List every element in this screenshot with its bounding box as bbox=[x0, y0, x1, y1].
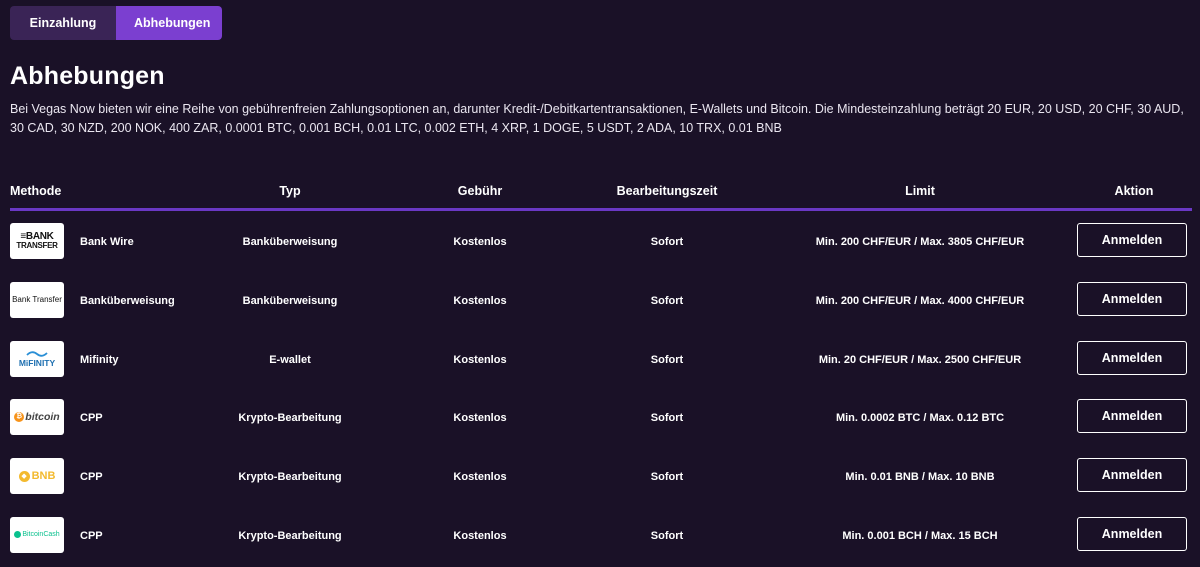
bnb-icon: ◆ bbox=[18, 470, 30, 482]
method-type: E-wallet bbox=[269, 353, 311, 366]
bank-transfer-logo-text: Bank Transfer bbox=[12, 295, 62, 305]
method-fee: Kostenlos bbox=[453, 412, 507, 425]
anmelden-button[interactable]: Anmelden bbox=[1077, 516, 1187, 551]
bnb-logo-text: BNB bbox=[31, 470, 56, 483]
method-time: Sofort bbox=[650, 294, 684, 307]
method-fee: Kostenlos bbox=[453, 236, 507, 248]
method-time: Sofort bbox=[650, 471, 684, 484]
header-fee: Gebühr bbox=[457, 184, 503, 198]
method-type: Krypto-Bearbeitung bbox=[238, 471, 342, 484]
bitcoin-cash-logo-text: BitcoinCash bbox=[22, 531, 60, 539]
mifinity-logo: MiFINITY bbox=[10, 340, 64, 377]
method-limit: Min. 200 CHF/EUR / Max. 3805 CHF/EUR bbox=[815, 236, 1025, 248]
mifinity-logo-text: MiFINITY bbox=[18, 357, 56, 368]
bnb-logo: ◆ BNB bbox=[10, 458, 64, 495]
method-name: CPP bbox=[80, 471, 103, 484]
method-type: Banküberweisung bbox=[242, 236, 338, 248]
method-name: Bank Wire bbox=[80, 236, 134, 248]
method-fee: Kostenlos bbox=[453, 471, 507, 484]
withdrawal-table: Methode Typ Gebühr Bearbeitungszeit Limi… bbox=[10, 178, 1192, 564]
table-row: BitcoinCash CPP Krypto-Bearbeitung Kostenlo… bbox=[10, 505, 1192, 564]
header-method: Methode bbox=[10, 184, 62, 198]
bitcoin-logo-text: bitcoin bbox=[25, 411, 60, 424]
method-name: CPP bbox=[80, 529, 103, 542]
bank-transfer-logo: ≡BANK TRANSFER bbox=[10, 223, 64, 259]
payment-tabs: Einzahlung Abhebungen bbox=[10, 6, 222, 40]
method-time: Sofort bbox=[650, 529, 684, 542]
method-fee: Kostenlos bbox=[453, 529, 507, 542]
method-limit: Min. 0.001 BCH / Max. 15 BCH bbox=[842, 529, 998, 542]
method-time: Sofort bbox=[650, 236, 684, 248]
method-fee: Kostenlos bbox=[453, 353, 507, 366]
anmelden-button[interactable]: Anmelden bbox=[1077, 458, 1187, 493]
bitcoin-cash-icon bbox=[14, 531, 22, 539]
method-limit: Min. 0.01 BNB / Max. 10 BNB bbox=[845, 471, 995, 484]
anmelden-button[interactable]: Anmelden bbox=[1077, 340, 1187, 375]
method-type: Krypto-Bearbeitung bbox=[238, 529, 342, 542]
method-type: Krypto-Bearbeitung bbox=[238, 412, 342, 425]
tab-einzahlung[interactable]: Einzahlung bbox=[10, 6, 116, 40]
tab-abhebungen[interactable]: Abhebungen bbox=[116, 6, 222, 40]
method-limit: Min. 20 CHF/EUR / Max. 2500 CHF/EUR bbox=[818, 353, 1022, 366]
intro-text: Bei Vegas Now bieten wir eine Reihe von … bbox=[10, 102, 1184, 135]
method-limit: Min. 0.0002 BTC / Max. 0.12 BTC bbox=[835, 412, 1005, 425]
method-name: CPP bbox=[80, 412, 103, 425]
anmelden-button[interactable]: Anmelden bbox=[1077, 223, 1187, 257]
bank-transfer-logo-text: ≡BANK TRANSFER bbox=[16, 231, 58, 251]
anmelden-button[interactable]: Anmelden bbox=[1077, 399, 1187, 434]
method-time: Sofort bbox=[650, 353, 684, 366]
anmelden-button[interactable]: Anmelden bbox=[1077, 281, 1187, 316]
bitcoin-cash-logo: BitcoinCash bbox=[10, 516, 64, 553]
table-row: ◆ BNB CPP Krypto-Bearbeitung Kostenlos Sofort… bbox=[10, 446, 1192, 505]
method-name: Banküberweisung bbox=[80, 294, 175, 307]
bitcoin-logo: ₿ bitcoin bbox=[10, 399, 64, 436]
header-type: Typ bbox=[279, 184, 301, 198]
bitcoin-icon: ₿ bbox=[14, 412, 25, 423]
table-row: ₿ bitcoin CPP Krypto-Bearbeitung Kostenlos So… bbox=[10, 387, 1192, 446]
method-fee: Kostenlos bbox=[453, 294, 507, 307]
table-row: ≡BANK TRANSFER Bank Wire Banküberweisung Kos… bbox=[10, 211, 1192, 270]
table-header: Methode Typ Gebühr Bearbeitungszeit Limi… bbox=[10, 178, 1192, 211]
table-row: Bank Transfer Banküberweisung Banküberweis… bbox=[10, 270, 1192, 329]
method-time: Sofort bbox=[650, 412, 684, 425]
header-time: Bearbeitungszeit bbox=[616, 184, 718, 198]
method-limit: Min. 200 CHF/EUR / Max. 4000 CHF/EUR bbox=[815, 294, 1025, 307]
page-title: Abhebungen bbox=[10, 62, 165, 90]
mifinity-wave-icon bbox=[26, 350, 48, 357]
header-limit: Limit bbox=[905, 184, 935, 198]
header-action: Aktion bbox=[1114, 184, 1154, 198]
method-name: Mifinity bbox=[80, 353, 119, 366]
table-row: MiFINITY Mifinity E-wallet Kostenlos Sofort M… bbox=[10, 329, 1192, 388]
bank-transfer-text-logo: Bank Transfer bbox=[10, 281, 64, 318]
method-type: Banküberweisung bbox=[242, 294, 338, 307]
